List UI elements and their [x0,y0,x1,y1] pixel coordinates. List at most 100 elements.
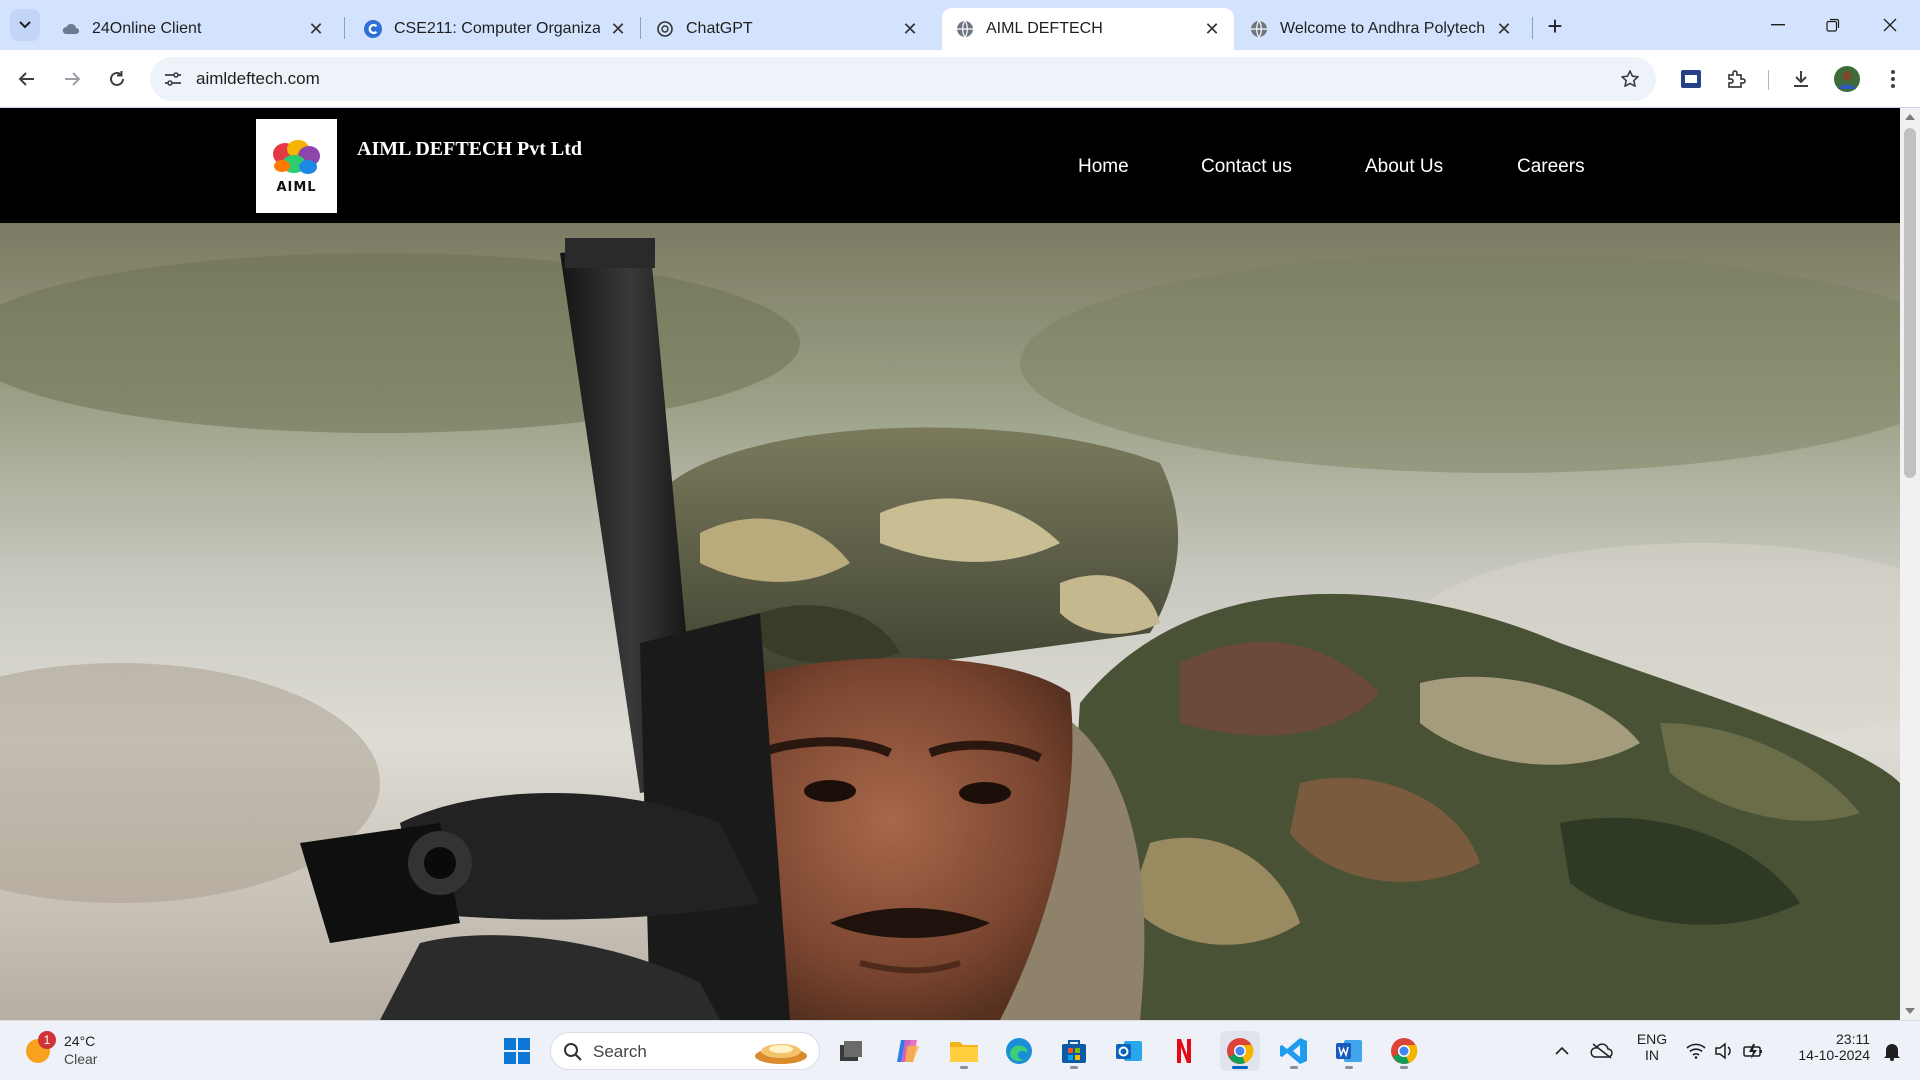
nav-contact-us[interactable]: Contact us [1201,156,1292,178]
microsoft-store-button[interactable] [1054,1031,1094,1071]
windows-logo-icon [504,1038,530,1064]
copilot-button[interactable] [888,1031,928,1071]
close-icon[interactable]: ✕ [900,19,920,39]
downloads-button[interactable] [1784,62,1818,96]
language-indicator[interactable]: ENG IN [1630,1031,1674,1063]
bookmark-star-icon[interactable] [1618,67,1642,91]
bell-icon [1884,1044,1900,1061]
running-indicator [1070,1066,1078,1069]
tab-title: CSE211: Computer Organization [394,20,600,37]
soldier-photo [0,223,1900,1020]
netflix-button[interactable] [1164,1031,1204,1071]
volume-icon [1715,1042,1731,1060]
close-icon[interactable]: ✕ [1202,19,1222,39]
globe-icon [1250,20,1268,38]
close-icon[interactable]: ✕ [608,19,628,39]
running-indicator [1290,1066,1298,1069]
chrome-icon [1391,1038,1418,1064]
reload-button[interactable] [100,62,134,96]
tab-search-button[interactable] [10,9,40,41]
clock-date: 14-10-2024 [1798,1047,1870,1063]
avatar-icon [1834,66,1860,92]
tab-divider [1532,17,1533,39]
url-text[interactable]: aimldeftech.com [196,69,320,89]
back-button[interactable] [10,62,44,96]
word-icon [1336,1040,1362,1062]
tab-title: ChatGPT [686,20,753,37]
outlook-button[interactable] [1109,1031,1149,1071]
windows-taskbar: 1 24°C Clear Search ENG IN 23:11 14-10-2… [0,1020,1920,1080]
file-explorer-button[interactable] [944,1031,984,1071]
puzzle-icon [1728,70,1746,88]
browser-toolbar: aimldeftech.com [0,50,1920,108]
netflix-icon [1177,1039,1191,1063]
browser-menu-button[interactable] [1876,62,1910,96]
tab-title: Welcome to Andhra Polytechnic [1280,20,1486,37]
search-highlight-icon [755,1044,807,1064]
scroll-down-icon[interactable] [1905,1008,1915,1014]
region-code: IN [1645,1047,1659,1063]
quick-settings-button[interactable] [1680,1031,1770,1071]
address-bar[interactable]: aimldeftech.com [150,57,1656,101]
start-button[interactable] [497,1031,537,1071]
show-hidden-icons-button[interactable] [1542,1031,1582,1071]
close-icon[interactable]: ✕ [1494,19,1514,39]
search-icon [564,1043,582,1061]
scroll-up-icon[interactable] [1905,114,1915,120]
taskbar-search-box[interactable]: Search [550,1032,820,1070]
tab-title: 24Online Client [92,20,202,37]
nav-about-us[interactable]: About Us [1365,156,1443,178]
word-button[interactable] [1329,1031,1369,1071]
tab-cse211[interactable]: CSE211: Computer Organization ✕ [350,8,640,50]
chrome-profile-button[interactable] [1384,1031,1424,1071]
tab-24online[interactable]: 24Online Client ✕ [48,8,338,50]
company-logo[interactable]: AIML [256,119,337,213]
site-header: AIML AIML DEFTECH Pvt Ltd Home Contact u… [0,108,1900,223]
arrow-left-icon [18,72,34,86]
running-indicator [960,1066,968,1069]
logo-text: AIML [276,179,317,195]
clock[interactable]: 23:11 14-10-2024 [1786,1031,1870,1063]
tab-chatgpt[interactable]: ChatGPT ✕ [642,8,932,50]
tab-aiml-deftech[interactable]: AIML DEFTECH ✕ [942,8,1234,50]
copilot-icon [897,1040,919,1062]
wifi-icon [1686,1043,1706,1059]
vscode-button[interactable] [1274,1031,1314,1071]
chatgpt-icon [656,20,674,38]
extension-reader-button[interactable] [1674,62,1708,96]
toolbar-divider [1768,70,1769,90]
task-view-icon [840,1041,862,1061]
page-scrollbar[interactable] [1900,108,1920,1020]
outlook-icon [1116,1041,1142,1061]
forward-button[interactable] [55,62,89,96]
scrollbar-thumb[interactable] [1904,128,1916,478]
edge-button[interactable] [999,1031,1039,1071]
edge-icon [1006,1038,1032,1064]
chrome-button[interactable] [1220,1031,1260,1071]
tab-divider [344,17,345,39]
tab-title: AIML DEFTECH [986,20,1103,37]
task-view-button[interactable] [831,1031,871,1071]
profile-avatar[interactable] [1830,62,1864,96]
close-icon[interactable]: ✕ [306,19,326,39]
site-info-icon[interactable] [160,66,186,92]
extensions-button[interactable] [1719,62,1753,96]
close-window-button[interactable] [1870,10,1910,40]
course-site-icon [364,20,382,38]
weather-widget[interactable]: 1 24°C Clear [24,1031,114,1071]
tab-andhra-polytechnic[interactable]: Welcome to Andhra Polytechnic ✕ [1236,8,1526,50]
new-tab-button[interactable]: + [1538,11,1572,41]
weather-temperature: 24°C [64,1033,96,1049]
restore-button[interactable] [1813,10,1853,40]
cloud-offline-icon [1590,1043,1613,1059]
clock-time: 23:11 [1836,1031,1870,1047]
running-indicator [1232,1066,1248,1069]
nav-careers[interactable]: Careers [1517,156,1585,178]
vscode-icon [1280,1038,1307,1064]
notifications-button[interactable] [1874,1031,1910,1071]
nav-home[interactable]: Home [1078,156,1129,178]
hero-image [0,223,1900,1020]
onedrive-button[interactable] [1582,1031,1622,1071]
search-label: Search [593,1042,647,1061]
minimize-button[interactable] [1758,10,1798,40]
